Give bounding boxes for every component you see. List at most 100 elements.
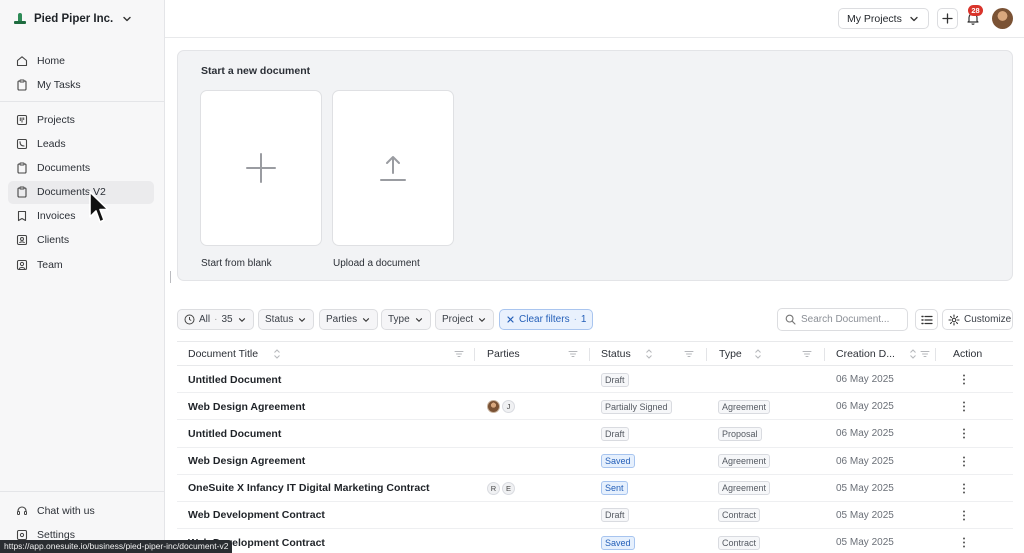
table-row[interactable]: Web Design Agreement J Partially Signed Agr…	[177, 393, 1013, 421]
column-separator	[706, 348, 707, 361]
notification-count-badge: 28	[968, 5, 983, 16]
row-actions-button[interactable]	[958, 502, 970, 529]
filter-icon[interactable]	[920, 348, 930, 360]
user-avatar[interactable]	[992, 8, 1013, 29]
column-action-label: Action	[953, 348, 983, 360]
type-cell: Agreement	[718, 393, 771, 420]
filter-parties[interactable]: Parties	[319, 309, 379, 330]
row-actions-button[interactable]	[958, 529, 970, 553]
customize-button[interactable]: Customize	[942, 309, 1013, 330]
sidebar-item-clients[interactable]: Clients	[8, 229, 154, 252]
filter-icon[interactable]	[454, 348, 464, 360]
search-icon	[785, 314, 796, 325]
sort-icon[interactable]	[644, 348, 654, 360]
row-actions-button[interactable]	[958, 420, 970, 447]
row-actions-button[interactable]	[958, 475, 970, 502]
column-header-type[interactable]: Type	[719, 342, 742, 366]
row-actions-button[interactable]	[958, 366, 970, 393]
parties-cell: J	[487, 393, 517, 420]
status-badge: Draft	[601, 372, 629, 387]
mouse-cursor-icon	[89, 191, 109, 223]
sidebar-item-team[interactable]: Team	[8, 253, 154, 276]
table-row[interactable]: Web Development Contract Draft Contract 05 …	[177, 502, 1013, 530]
search-input[interactable]	[801, 314, 901, 325]
type-badge: Proposal	[718, 426, 762, 441]
status-bar-url: https://app.onesuite.io/business/pied-pi…	[0, 540, 233, 553]
contacts-icon	[16, 235, 28, 246]
clipboard-icon	[17, 162, 27, 174]
column-header-title[interactable]: Document Title	[188, 342, 258, 366]
table-row[interactable]: Web Design Agreement Saved Agreement 06 May…	[177, 448, 1013, 475]
panel-resize-handle[interactable]	[170, 271, 171, 283]
filter-project-label: Project	[442, 314, 474, 325]
chevron-down-icon	[910, 16, 918, 21]
more-vertical-icon	[963, 374, 965, 385]
filter-status[interactable]: Status	[258, 309, 315, 330]
status-cell: Draft	[601, 366, 629, 393]
upload-document-label: Upload a document	[333, 258, 420, 269]
column-header-action: Action	[953, 342, 982, 366]
sort-icon[interactable]	[908, 348, 918, 360]
sidebar-item-projects[interactable]: Projects	[8, 108, 154, 131]
document-title[interactable]: Web Development Contract	[188, 502, 325, 529]
type-cell: Agreement	[718, 448, 771, 475]
filter-all[interactable]: All · 35	[177, 309, 254, 330]
filter-type[interactable]: Type	[381, 309, 431, 330]
clock-icon	[184, 314, 195, 325]
upload-document-card[interactable]	[332, 90, 454, 246]
table-row[interactable]: OneSuite X Infancy IT Digital Marketing …	[177, 475, 1013, 502]
document-title[interactable]: Web Design Agreement	[188, 448, 305, 475]
my-projects-dropdown[interactable]: My Projects	[838, 8, 929, 29]
gear-icon	[16, 529, 28, 540]
status-badge: Partially Signed	[601, 399, 672, 414]
start-from-blank-card[interactable]	[200, 90, 322, 246]
table-row[interactable]: Web Development Contract Saved Contract 05 …	[177, 529, 1013, 553]
org-name: Pied Piper Inc.	[34, 13, 114, 25]
list-view-button[interactable]	[915, 309, 938, 330]
sidebar-item-my-tasks[interactable]: My Tasks	[8, 73, 154, 96]
sidebar-item-leads[interactable]: Leads	[8, 132, 154, 155]
type-cell: Contract	[718, 502, 761, 529]
filter-project[interactable]: Project	[435, 309, 495, 330]
party-avatar[interactable]: E	[502, 481, 515, 495]
table-row[interactable]: Untitled Document Draft Proposal 06 May 202…	[177, 420, 1013, 448]
user-square-icon	[16, 259, 28, 270]
clear-filters-button[interactable]: Clear filters · 1	[499, 309, 594, 330]
column-header-created[interactable]: Creation D...	[836, 342, 895, 366]
sort-icon[interactable]	[272, 348, 282, 360]
sort-icon[interactable]	[753, 348, 763, 360]
org-switcher[interactable]: Pied Piper Inc.	[14, 10, 133, 28]
filter-icon[interactable]	[802, 348, 812, 360]
party-avatar[interactable]: J	[502, 400, 515, 414]
sidebar-item-documents[interactable]: Documents	[8, 156, 154, 179]
sidebar-item-home[interactable]: Home	[8, 49, 154, 72]
create-button[interactable]	[937, 8, 958, 29]
filter-icon[interactable]	[568, 348, 578, 360]
sidebar-item-chat[interactable]: Chat with us	[8, 499, 154, 522]
start-from-blank-label: Start from blank	[201, 258, 272, 269]
column-parties-label: Parties	[487, 348, 520, 360]
sidebar-item-documents-v2[interactable]: Documents V2	[8, 180, 154, 204]
document-title[interactable]: Web Design Agreement	[188, 393, 305, 420]
creation-date: 05 May 2025	[836, 482, 894, 494]
row-actions-button[interactable]	[958, 448, 970, 475]
sidebar-item-invoices[interactable]: Invoices	[8, 205, 154, 228]
column-header-parties[interactable]: Parties	[487, 342, 520, 366]
party-avatar[interactable]: R	[487, 481, 500, 495]
clipboard-icon	[17, 186, 27, 198]
sidebar-item-label: My Tasks	[37, 78, 81, 91]
start-new-document-panel: Start a new document Start from blank Up…	[177, 50, 1013, 281]
column-status-label: Status	[601, 348, 631, 360]
column-header-status[interactable]: Status	[601, 342, 631, 366]
document-title[interactable]: Untitled Document	[188, 366, 281, 393]
org-logo-icon	[14, 12, 26, 26]
row-actions-button[interactable]	[958, 393, 970, 420]
filter-all-count: 35	[221, 314, 233, 325]
document-title[interactable]: OneSuite X Infancy IT Digital Marketing …	[188, 475, 430, 502]
table-row[interactable]: Untitled Document Draft 06 May 2025	[177, 366, 1013, 394]
document-title[interactable]: Untitled Document	[188, 420, 281, 447]
chevron-down-icon	[479, 317, 486, 322]
party-avatar[interactable]	[487, 400, 500, 414]
filter-icon[interactable]	[684, 348, 694, 360]
creation-date: 05 May 2025	[836, 537, 894, 549]
